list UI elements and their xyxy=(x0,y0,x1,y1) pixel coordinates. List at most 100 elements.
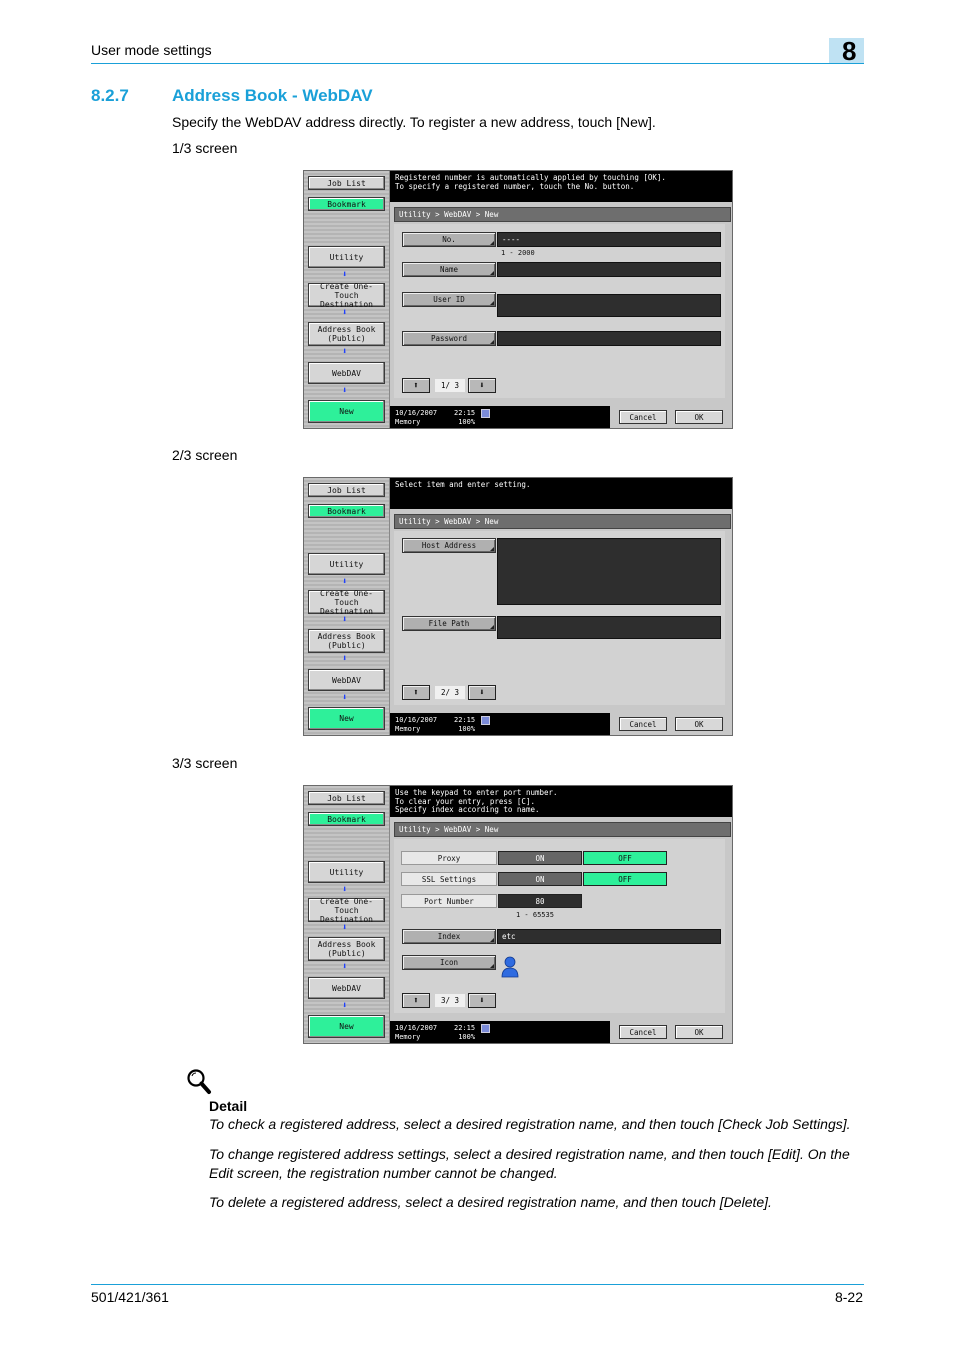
address-book-button[interactable]: Address Book (Public) xyxy=(308,937,385,961)
arrow-down-icon: ⬇ xyxy=(342,270,348,280)
webdav-button[interactable]: WebDAV xyxy=(308,362,385,384)
no-value-field: ---- xyxy=(497,232,721,247)
user-id-field xyxy=(497,294,721,317)
user-id-button[interactable]: User ID xyxy=(402,292,496,307)
job-list-button[interactable]: Job List xyxy=(308,483,385,497)
port-range: 1 - 65535 xyxy=(516,911,554,919)
password-field xyxy=(497,331,721,346)
file-path-button[interactable]: File Path xyxy=(402,616,496,631)
section-number: 8.2.7 xyxy=(91,86,129,105)
host-address-button[interactable]: Host Address xyxy=(402,538,496,553)
port-number-field[interactable]: 80 xyxy=(498,894,582,908)
page-up-button[interactable]: ⬆ xyxy=(402,378,430,393)
file-path-field xyxy=(497,616,721,639)
create-one-touch-button[interactable]: Create One-Touch Destination xyxy=(308,897,385,924)
job-list-button[interactable]: Job List xyxy=(308,791,385,805)
detail-paragraph-check: To check a registered address, select a … xyxy=(209,1116,851,1132)
section-title: Address Book - WebDAV xyxy=(172,86,373,105)
footer-page-number: 8-22 xyxy=(834,1289,863,1305)
no-button[interactable]: No. xyxy=(402,232,496,247)
status-bar: 10/16/2007 22:15 Memory 100% xyxy=(390,713,610,735)
no-range: 1 - 2000 xyxy=(501,249,535,257)
ok-button[interactable]: OK xyxy=(675,1025,723,1039)
page-down-button[interactable]: ⬇ xyxy=(468,378,496,393)
person-icon xyxy=(501,956,519,978)
name-button[interactable]: Name xyxy=(402,262,496,277)
breadcrumb: Utility > WebDAV > New xyxy=(394,514,731,529)
arrow-down-icon: ⬇ xyxy=(342,308,348,318)
password-button[interactable]: Password xyxy=(402,331,496,346)
create-one-touch-button[interactable]: Create One-Touch Destination xyxy=(308,282,385,309)
screen3-caption: 3/3 screen xyxy=(172,755,238,771)
name-field xyxy=(497,262,721,277)
utility-button[interactable]: Utility xyxy=(308,246,385,268)
ssl-off-button[interactable]: OFF xyxy=(583,872,667,886)
page-up-button[interactable]: ⬆ xyxy=(402,993,430,1008)
new-button[interactable]: New xyxy=(308,707,385,730)
bookmark-button[interactable]: Bookmark xyxy=(308,504,385,518)
host-address-field xyxy=(497,538,721,605)
arrow-down-icon: ⬇ xyxy=(342,577,348,587)
settings-panel xyxy=(394,839,725,1013)
detail-title: Detail xyxy=(209,1098,248,1114)
running-header: User mode settings xyxy=(91,42,212,58)
ok-button[interactable]: OK xyxy=(675,410,723,424)
page-up-button[interactable]: ⬆ xyxy=(402,685,430,700)
arrow-down-icon: ⬇ xyxy=(342,923,348,933)
arrow-down-icon: ⬇ xyxy=(342,885,348,895)
utility-button[interactable]: Utility xyxy=(308,861,385,883)
left-panel: Job List Bookmark Utility ⬇ Create One-T… xyxy=(304,171,390,428)
detail-paragraph-delete: To delete a registered address, select a… xyxy=(209,1194,772,1210)
utility-button[interactable]: Utility xyxy=(308,553,385,575)
proxy-on-button[interactable]: ON xyxy=(498,851,582,865)
bookmark-button[interactable]: Bookmark xyxy=(308,197,385,211)
proxy-off-button[interactable]: OFF xyxy=(583,851,667,865)
bookmark-button[interactable]: Bookmark xyxy=(308,812,385,826)
detail-paragraph-edit: To change registered address settings, s… xyxy=(209,1146,850,1181)
screen1-caption: 1/3 screen xyxy=(172,140,238,156)
left-panel: Job List Bookmark Utility ⬇ Create One-T… xyxy=(304,786,390,1043)
arrow-down-icon: ⬇ xyxy=(342,1001,348,1011)
page-indicator: 3/ 3 xyxy=(435,994,465,1007)
webdav-button[interactable]: WebDAV xyxy=(308,977,385,999)
port-number-label: Port Number xyxy=(401,894,497,908)
new-button[interactable]: New xyxy=(308,1015,385,1038)
breadcrumb: Utility > WebDAV > New xyxy=(394,207,731,222)
create-one-touch-button[interactable]: Create One-Touch Destination xyxy=(308,589,385,616)
network-icon xyxy=(481,716,490,725)
screen-3: Job List Bookmark Utility ⬇ Create One-T… xyxy=(303,785,733,1044)
status-bar: 10/16/2007 22:15 Memory 100% xyxy=(390,406,610,428)
job-list-button[interactable]: Job List xyxy=(308,176,385,190)
webdav-button[interactable]: WebDAV xyxy=(308,669,385,691)
arrow-down-icon: ⬇ xyxy=(342,386,348,396)
ok-button[interactable]: OK xyxy=(675,717,723,731)
index-button[interactable]: Index xyxy=(402,929,496,944)
page-indicator: 1/ 3 xyxy=(435,379,465,392)
status-bar: 10/16/2007 22:15 Memory 100% xyxy=(390,1021,610,1043)
cancel-button[interactable]: Cancel xyxy=(619,717,667,731)
arrow-down-icon: ⬇ xyxy=(342,962,348,972)
footer-model: 501/421/361 xyxy=(91,1289,169,1305)
cancel-button[interactable]: Cancel xyxy=(619,1025,667,1039)
message-bar: Use the keypad to enter port number. To … xyxy=(390,786,732,817)
arrow-down-icon: ⬇ xyxy=(342,654,348,664)
icon-button[interactable]: Icon xyxy=(402,955,496,970)
cancel-button[interactable]: Cancel xyxy=(619,410,667,424)
address-book-button[interactable]: Address Book (Public) xyxy=(308,322,385,346)
screen-1: Job List Bookmark Utility ⬇ Create One-T… xyxy=(303,170,733,429)
arrow-down-icon: ⬇ xyxy=(342,347,348,357)
message-bar: Select item and enter setting. xyxy=(390,478,732,509)
screen2-caption: 2/3 screen xyxy=(172,447,238,463)
network-icon xyxy=(481,409,490,418)
new-button[interactable]: New xyxy=(308,400,385,423)
ssl-on-button[interactable]: ON xyxy=(498,872,582,886)
page-down-button[interactable]: ⬇ xyxy=(468,993,496,1008)
index-field: etc xyxy=(497,929,721,944)
address-book-button[interactable]: Address Book (Public) xyxy=(308,629,385,653)
footer-rule xyxy=(91,1284,864,1285)
arrow-down-icon: ⬇ xyxy=(342,693,348,703)
network-icon xyxy=(481,1024,490,1033)
intro-text: Specify the WebDAV address directly. To … xyxy=(172,114,656,130)
page-down-button[interactable]: ⬇ xyxy=(468,685,496,700)
page-indicator: 2/ 3 xyxy=(435,686,465,699)
